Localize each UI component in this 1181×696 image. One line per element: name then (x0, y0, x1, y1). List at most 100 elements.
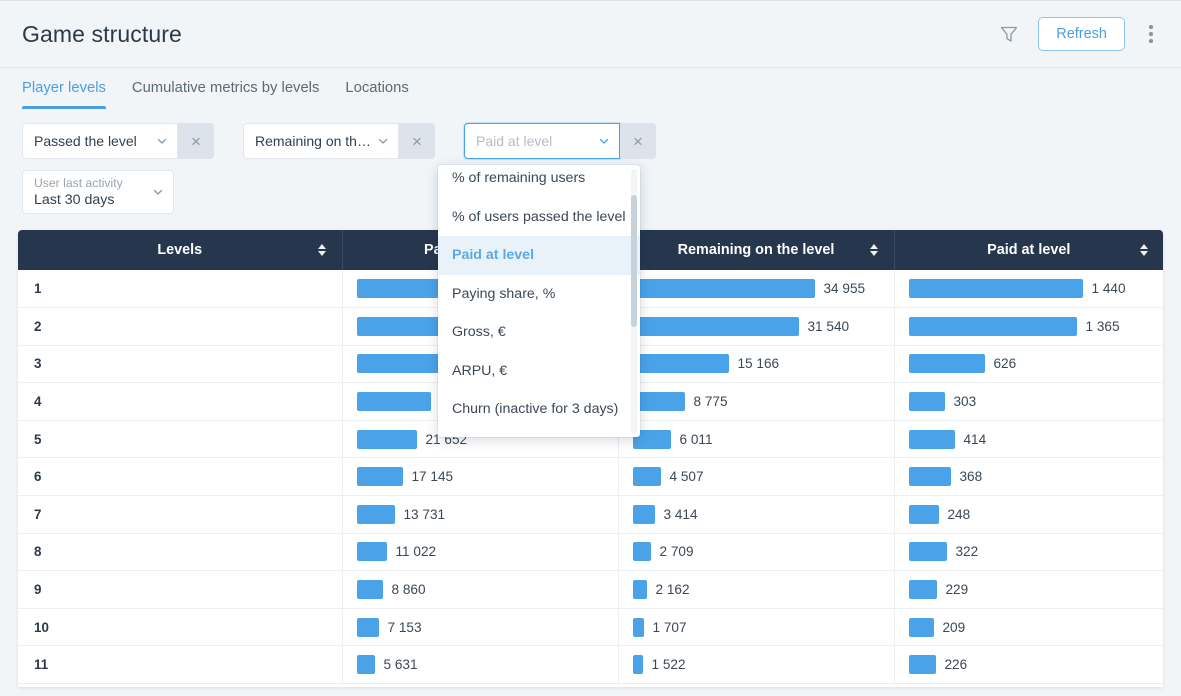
cell-remaining-value: 4 507 (670, 469, 704, 484)
value-bar (633, 354, 729, 373)
tab-player-levels[interactable]: Player levels (22, 68, 106, 109)
table-row[interactable]: 617 1454 507368 (18, 458, 1163, 496)
table-row[interactable]: 7 13 731 3 414248 (18, 496, 1163, 534)
table-row[interactable]: 98 8602 162229 (18, 571, 1163, 609)
cell-remaining: 1 522 (618, 646, 894, 684)
dropdown-option[interactable]: Paid at level (438, 236, 640, 275)
value-bar (909, 354, 985, 373)
sort-icon-remaining[interactable] (869, 242, 880, 258)
cell-remaining: 8 775 (618, 383, 894, 421)
refresh-button[interactable]: Refresh (1038, 17, 1125, 51)
cell-level: 8 (18, 533, 342, 571)
cell-remaining-value: 15 166 (738, 356, 780, 371)
tab-locations[interactable]: Locations (345, 68, 408, 109)
value-bar (357, 467, 403, 486)
kebab-menu-icon[interactable] (1139, 19, 1163, 49)
sort-icon-paid[interactable] (1138, 242, 1149, 258)
metric-chip-1: Passed the level × (22, 123, 214, 159)
cell-paid: 226 (894, 646, 1163, 684)
column-header-remaining[interactable]: Remaining on the level (618, 230, 894, 270)
column-header-paid[interactable]: Paid at level (894, 230, 1163, 270)
metric-clear-1[interactable]: × (178, 123, 214, 159)
cell-remaining-value: 2 709 (660, 544, 694, 559)
cell-remaining-value: 1 522 (652, 657, 686, 672)
cell-passed: 13 731 (342, 496, 618, 534)
cell-remaining-value: 2 162 (656, 582, 690, 597)
cell-paid: 368 (894, 458, 1163, 496)
value-bar (633, 542, 651, 561)
date-filter-value: Last 30 days (34, 191, 147, 209)
value-bar (909, 580, 937, 599)
cell-level: 7 (18, 496, 342, 534)
chevron-down-icon (151, 185, 165, 199)
table-row[interactable]: 811 0222 709322 (18, 533, 1163, 571)
table-row[interactable]: 107 1531 707209 (18, 608, 1163, 646)
cell-remaining-value: 8 775 (694, 394, 728, 409)
dropdown-option[interactable]: Gross, € (438, 313, 640, 352)
metric-clear-2[interactable]: × (399, 123, 435, 159)
cell-paid-value: 626 (994, 356, 1017, 371)
column-header-levels-label: Levels (157, 242, 202, 258)
cell-paid: 229 (894, 571, 1163, 609)
metric-select-2[interactable]: Remaining on the l… (243, 123, 399, 159)
column-header-levels[interactable]: Levels (18, 230, 342, 270)
cell-paid-value: 303 (954, 394, 977, 409)
cell-remaining: 31 540 (618, 308, 894, 346)
dropdown-scrollbar-thumb[interactable] (631, 195, 637, 327)
dropdown-option[interactable]: Churn (inactive for 3 days) (438, 390, 640, 429)
value-bar (357, 655, 375, 674)
dropdown-option-list: % of remaining users% of users passed th… (438, 165, 640, 437)
page-header: Game structure Refresh (0, 1, 1181, 67)
metric-select-3[interactable]: Paid at level (464, 123, 620, 159)
dropdown-option[interactable]: ARPU, € (438, 352, 640, 391)
chevron-down-icon (376, 134, 390, 148)
cell-level: 3 (18, 345, 342, 383)
dropdown-option[interactable]: % of remaining users (438, 165, 640, 198)
cell-remaining: 34 955 (618, 270, 894, 308)
value-bar (633, 279, 815, 298)
value-bar (909, 392, 945, 411)
cell-passed-value: 13 731 (404, 507, 446, 522)
funnel-icon[interactable] (994, 19, 1024, 49)
cell-remaining: 15 166 (618, 345, 894, 383)
date-filter-caption: User last activity (34, 176, 147, 191)
cell-paid-value: 1 440 (1092, 281, 1126, 296)
value-bar (633, 655, 643, 674)
cell-remaining: 2 709 (618, 533, 894, 571)
app-root: Game structure Refresh Player levels Cum… (0, 0, 1181, 696)
value-bar (633, 580, 647, 599)
value-bar (357, 505, 395, 524)
value-bar (909, 542, 947, 561)
cell-level: 9 (18, 571, 342, 609)
page-title: Game structure (22, 21, 182, 48)
header-actions: Refresh (994, 17, 1163, 51)
cell-paid: 414 (894, 420, 1163, 458)
value-bar (357, 580, 383, 599)
table-row[interactable]: 115 6311 522226 (18, 646, 1163, 684)
dropdown-option[interactable]: % of users passed the level (438, 198, 640, 237)
cell-remaining: 3 414 (618, 496, 894, 534)
metric-chip-2: Remaining on the l… × (243, 123, 435, 159)
cell-paid-value: 414 (964, 432, 987, 447)
cell-remaining: 6 011 (618, 420, 894, 458)
chevron-down-icon (155, 134, 169, 148)
value-bar (909, 430, 955, 449)
cell-paid: 1 365 (894, 308, 1163, 346)
tab-cumulative-metrics[interactable]: Cumulative metrics by levels (132, 68, 319, 109)
metric-clear-3[interactable]: × (620, 123, 656, 159)
metric-select-1[interactable]: Passed the level (22, 123, 178, 159)
date-range-filter[interactable]: User last activity Last 30 days (22, 170, 174, 214)
cell-level: 4 (18, 383, 342, 421)
dropdown-option[interactable]: Paying share, % (438, 275, 640, 314)
metric-options-dropdown[interactable]: % of remaining users% of users passed th… (438, 165, 640, 437)
cell-paid: 248 (894, 496, 1163, 534)
cell-level: 2 (18, 308, 342, 346)
value-bar (909, 279, 1083, 298)
cell-paid: 322 (894, 533, 1163, 571)
cell-level: 5 (18, 420, 342, 458)
value-bar (909, 317, 1077, 336)
sort-icon-levels[interactable] (317, 242, 328, 258)
tab-bar: Player levels Cumulative metrics by leve… (0, 67, 1181, 109)
cell-paid: 303 (894, 383, 1163, 421)
cell-level: 11 (18, 646, 342, 684)
